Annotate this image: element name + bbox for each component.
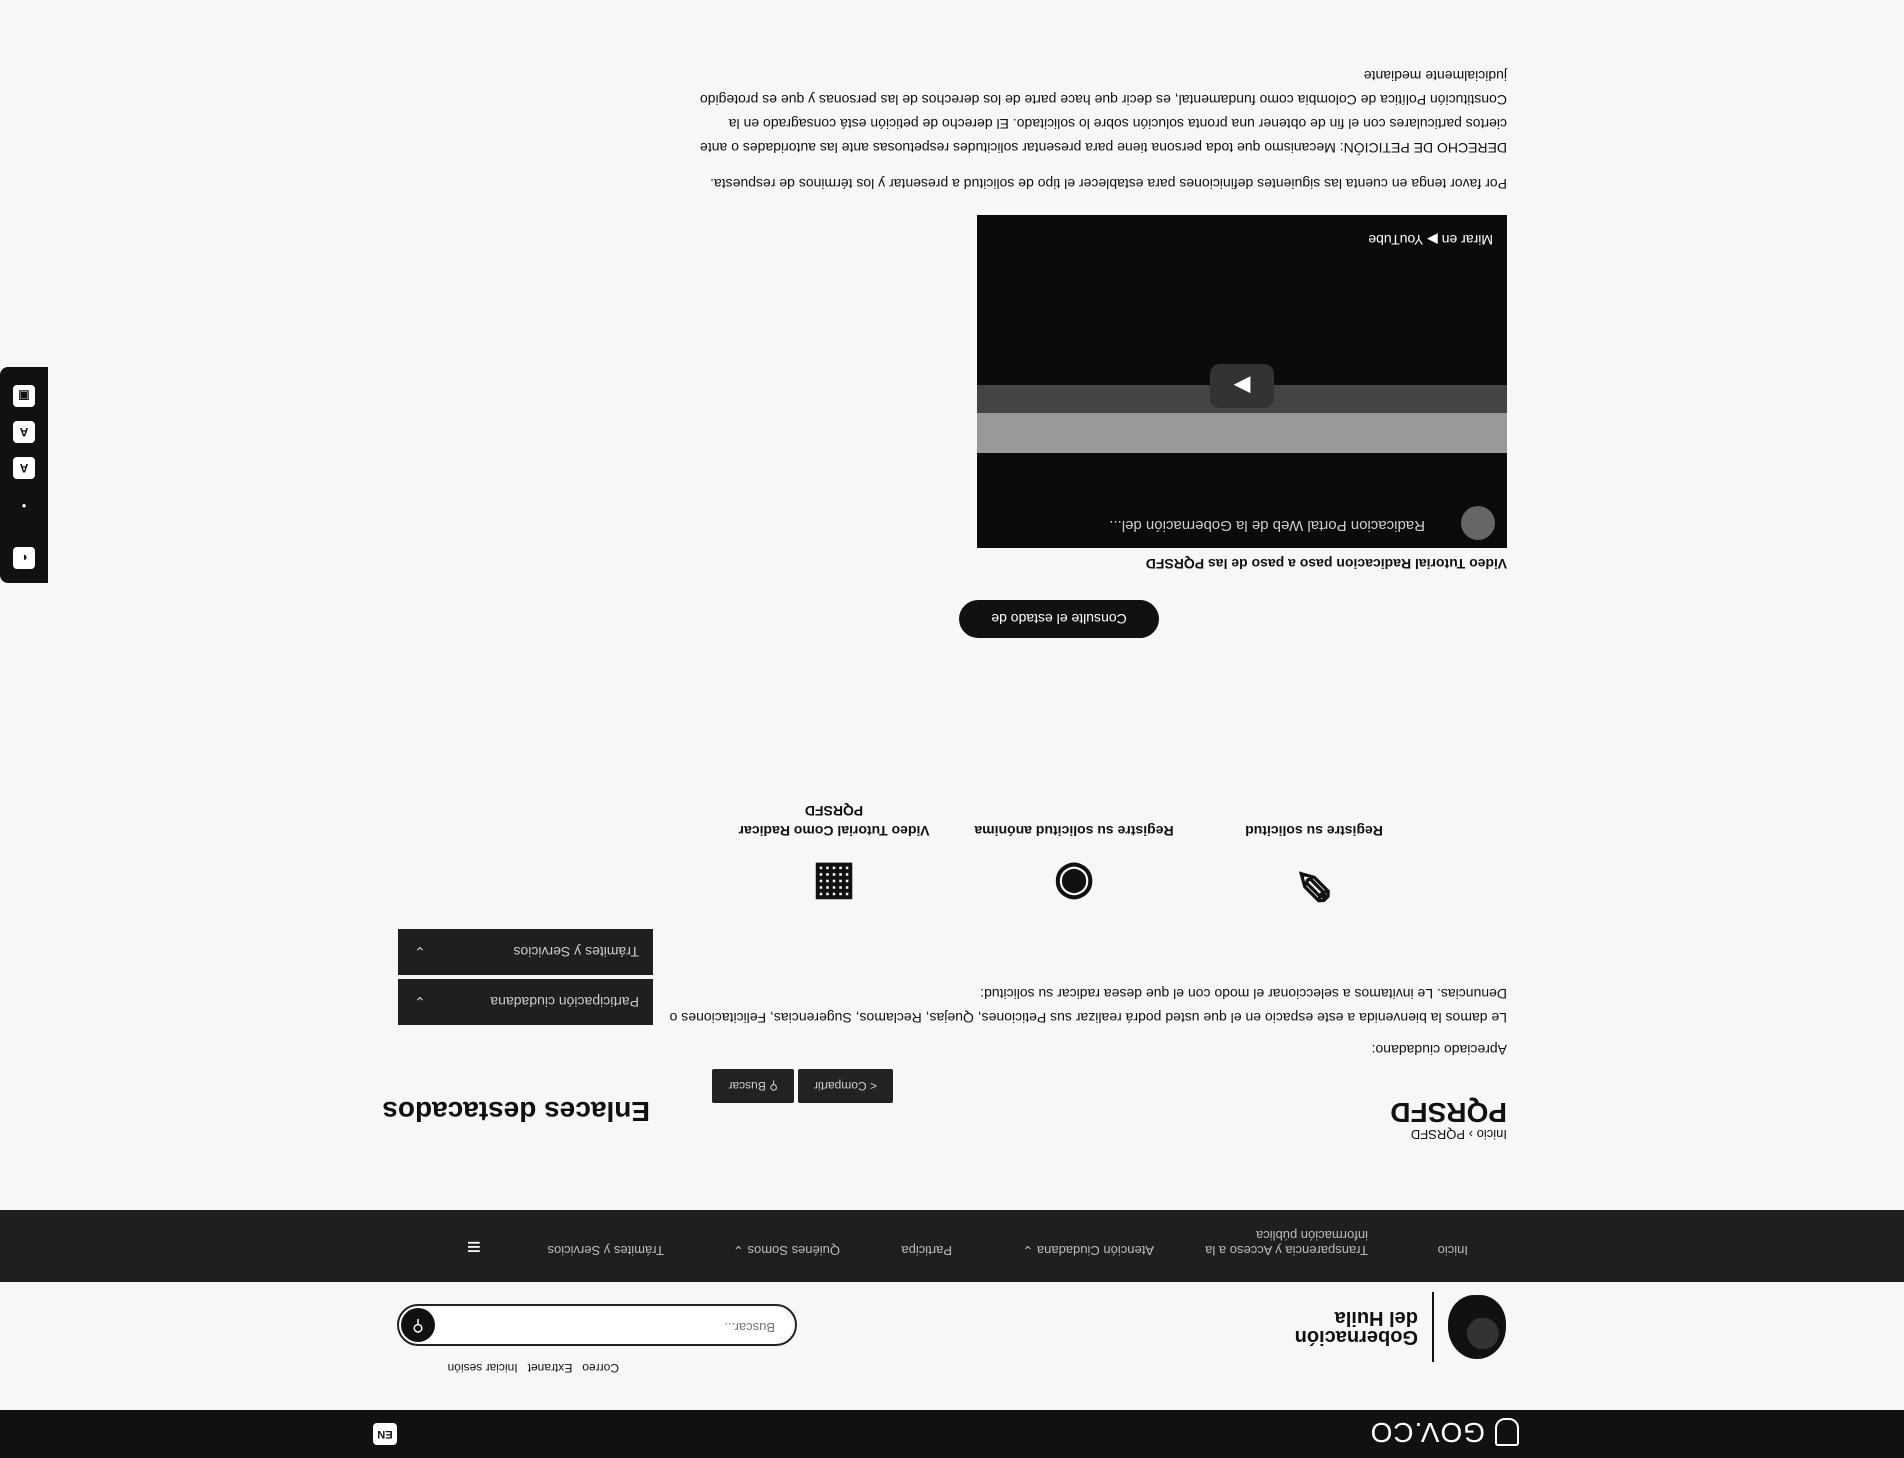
search-input[interactable] — [473, 1319, 777, 1336]
featured-links-heading: Enlaces destacados — [382, 1096, 650, 1127]
option-registre-solicitud[interactable]: ✎ Registre su solicitud — [1214, 821, 1414, 913]
option-label: Registre su solicitud — [1245, 823, 1383, 839]
play-icon[interactable]: ▶ — [1210, 364, 1274, 408]
intro-body: Le damos la bienvenida a este espacio en… — [669, 986, 1507, 1026]
page-title: PQRSFD — [1390, 1097, 1507, 1128]
menu-icon[interactable]: ≡ — [467, 1232, 481, 1260]
site-header: Gobernación del Huila Correo Extranet In… — [0, 1282, 1904, 1410]
search-icon: ⚲ — [769, 1079, 778, 1093]
language-toggle-button[interactable]: EN — [373, 1423, 397, 1445]
sidebar-button-label: Participación ciudadana — [490, 994, 639, 1010]
gov-shield-icon — [1495, 1418, 1519, 1446]
breadcrumb: Inicio › PQRSFD — [1411, 1127, 1507, 1142]
status-check-button[interactable]: Consulte el estado de — [959, 600, 1159, 638]
contrast-icon[interactable]: ◐ — [13, 547, 35, 569]
chevron-down-icon: ⌄ — [414, 944, 426, 960]
definitions-text: Por favor tenga en cuenta las siguientes… — [659, 64, 1507, 196]
relief-icon[interactable]: ▣ — [13, 385, 35, 407]
dot-icon: • — [21, 499, 27, 513]
font-decrease-icon[interactable]: A — [13, 457, 35, 479]
video-top-bar: Radicacion Portal Web de la Gobernación … — [977, 498, 1507, 548]
gov-bar: GOV.CO EN — [0, 1410, 1904, 1458]
channel-avatar[interactable] — [1461, 506, 1495, 540]
link-correo[interactable]: Correo — [582, 1361, 619, 1375]
tree-emblem-icon — [1448, 1295, 1506, 1359]
youtube-label: YouTube — [1368, 232, 1424, 248]
nav-label: Atención Ciudadana — [1036, 1243, 1154, 1258]
nav-item-inicio[interactable]: Inicio — [1438, 1243, 1468, 1258]
option-label: Registre su solicitud anónima — [974, 823, 1174, 839]
watch-on-label: Mirar en — [1441, 232, 1493, 248]
sidebar-tramites-button[interactable]: Trámites y Servicios ⌄ — [398, 929, 653, 975]
definition-derecho-peticion: DERECHO DE PETICIÓN: Mecanismo que toda … — [699, 68, 1507, 156]
option-solicitud-anonima[interactable]: ◉ Registre su solicitud anónima — [974, 821, 1174, 913]
watch-on-youtube[interactable]: Mirar en ▶ YouTube — [1368, 231, 1493, 248]
search-box: ⚲ — [397, 1304, 797, 1346]
gov-co-logo[interactable]: GOV.CO — [1370, 1416, 1519, 1448]
video-title[interactable]: Radicacion Portal Web de la Gobernación … — [1109, 517, 1425, 534]
youtube-icon: ▶ — [1426, 232, 1438, 248]
font-increase-icon[interactable]: A — [13, 421, 35, 443]
video-heading: Video Tutorial Radicacion paso a paso de… — [1145, 556, 1507, 572]
breadcrumb-current: PQRSFD — [1410, 1127, 1466, 1142]
brand-text: Gobernación del Huila — [1294, 1307, 1418, 1348]
share-button[interactable]: < Compartir — [797, 1069, 893, 1103]
nav-item-transparencia[interactable]: Transparencia y Acceso a la información … — [1198, 1228, 1368, 1258]
brand-divider — [1432, 1292, 1434, 1362]
search-icon: ⚲ — [412, 1317, 424, 1334]
video-embed[interactable]: Radicacion Portal Web de la Gobernación … — [977, 215, 1507, 548]
nav-item-tramites[interactable]: Trámites y Servicios — [547, 1243, 664, 1258]
definitions-intro: Por favor tenga en cuenta las siguientes… — [710, 176, 1507, 192]
top-links: Correo Extranet Iniciar sesión — [448, 1361, 619, 1375]
chevron-down-icon: ⌄ — [414, 994, 426, 1010]
link-extranet[interactable]: Extranet — [528, 1361, 573, 1375]
breadcrumb-separator: › — [1468, 1127, 1474, 1142]
brand-line-1: Gobernación — [1294, 1326, 1418, 1348]
intro-text: Apreciado ciudadano: Le damos la bienven… — [659, 982, 1507, 1062]
sidebar-button-label: Trámites y Servicios — [513, 944, 639, 960]
link-iniciar-sesion[interactable]: Iniciar sesión — [448, 1361, 518, 1375]
search-button[interactable]: ⚲ — [401, 1308, 435, 1342]
film-icon: ▦ — [812, 859, 856, 911]
request-options: ✎ Registre su solicitud ◉ Registre su so… — [514, 793, 1414, 913]
brand-logo[interactable]: Gobernación del Huila — [1295, 1292, 1506, 1362]
accessibility-bar: ◐ • A A ▣ — [0, 367, 48, 583]
page-root: GOV.CO EN Gobernación del Huila Correo E… — [0, 0, 1904, 1458]
chevron-down-icon: ⌄ — [732, 1243, 744, 1258]
video-frame-band — [977, 413, 1507, 453]
share-label: Compartir — [813, 1079, 867, 1093]
search-page-button[interactable]: ⚲ Buscar — [712, 1069, 794, 1103]
page-actions: < Compartir ⚲ Buscar — [712, 1069, 893, 1103]
nav-item-quienes-somos[interactable]: Quiénes Somos ⌄ — [733, 1243, 840, 1258]
nav-label: Quiénes Somos — [747, 1243, 841, 1258]
nav-item-participa[interactable]: Participa — [901, 1243, 952, 1258]
breadcrumb-home[interactable]: Inicio — [1477, 1127, 1507, 1142]
sidebar-participacion-button[interactable]: Participación ciudadana ⌄ — [398, 979, 653, 1025]
nav-item-atencion-ciudadana[interactable]: Atención Ciudadana ⌄ — [1022, 1243, 1154, 1258]
share-icon: < — [869, 1079, 877, 1093]
option-video-tutorial[interactable]: ▦ Video Tutorial Como Radicar PQRSFD — [734, 801, 934, 913]
eye-off-icon: ◉ — [1053, 859, 1095, 911]
option-label: Video Tutorial Como Radicar PQRSFD — [738, 803, 930, 839]
search-label: Buscar — [728, 1079, 766, 1093]
intro-greeting: Apreciado ciudadano: — [1371, 1042, 1507, 1058]
main-nav: Inicio Transparencia y Acceso a la infor… — [0, 1210, 1904, 1282]
tag-edit-icon: ✎ — [1294, 859, 1334, 911]
gov-co-text: GOV.CO — [1369, 1417, 1485, 1448]
chevron-down-icon: ⌄ — [1022, 1243, 1034, 1258]
brand-line-2: del Huila — [1334, 1307, 1418, 1329]
